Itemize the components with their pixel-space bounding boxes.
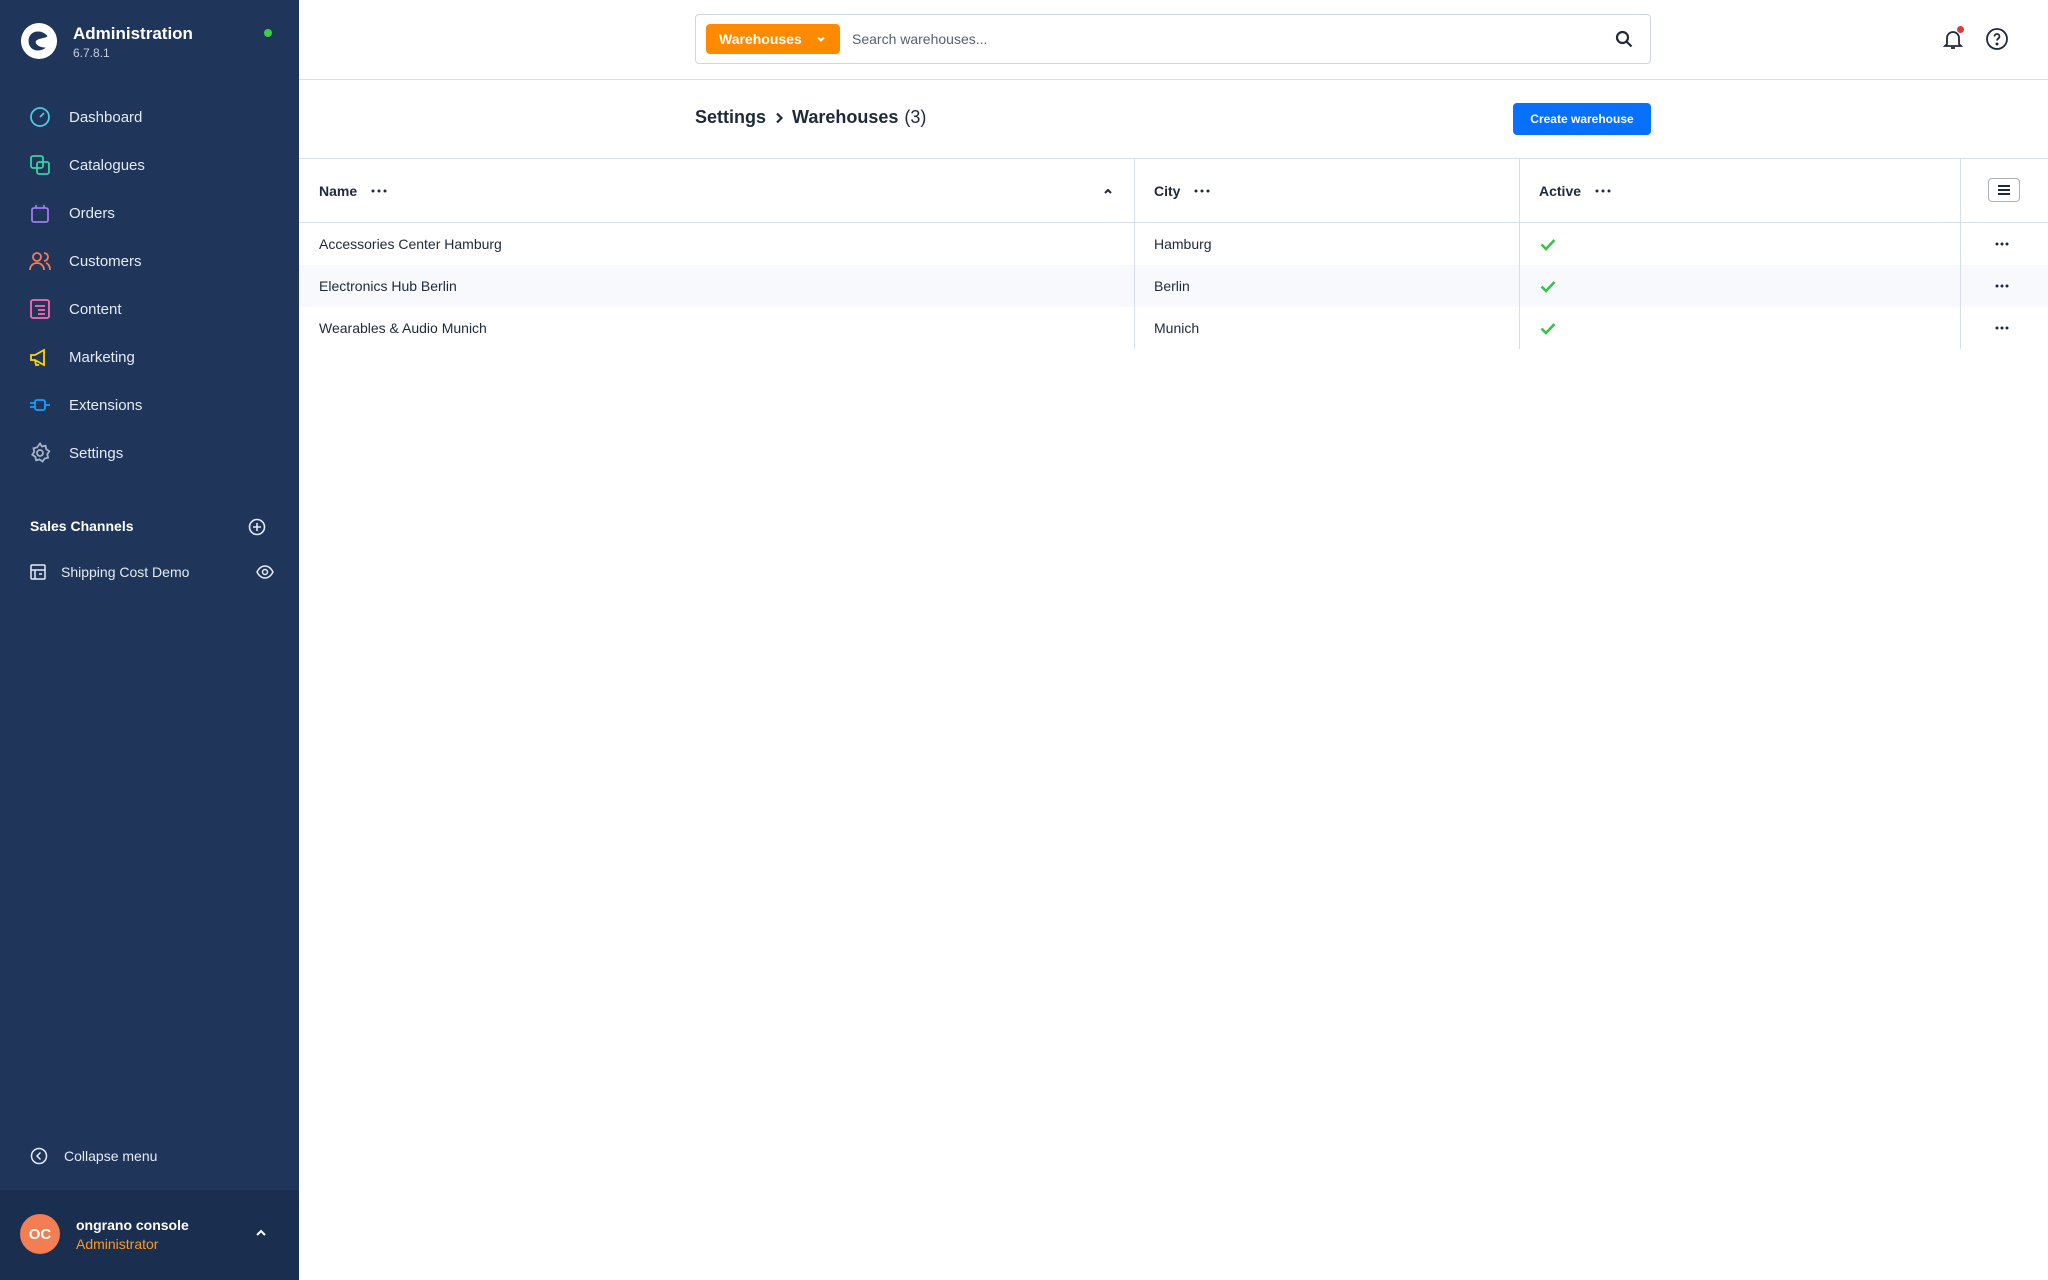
grid-header: Name City Active <box>299 159 2048 223</box>
sales-channel-item[interactable]: Shipping Cost Demo <box>29 560 274 584</box>
checkmark-icon <box>1540 323 1556 335</box>
help-icon <box>1986 28 2008 50</box>
cell-city: Munich <box>1154 320 1200 336</box>
cell-city: Hamburg <box>1154 236 1212 252</box>
sales-channels-title: Sales Channels <box>30 518 134 534</box>
grid-settings-button[interactable] <box>1988 178 2020 202</box>
column-options-icon[interactable] <box>1194 189 1210 193</box>
user-bar[interactable]: OC ongrano console Administrator <box>0 1190 299 1280</box>
column-header-city[interactable]: City <box>1154 183 1210 199</box>
page-header: Settings Warehouses (3) Create warehouse <box>299 80 2048 159</box>
catalogues-icon <box>29 154 51 176</box>
marketing-icon <box>29 346 51 368</box>
sort-ascending-icon[interactable] <box>1102 185 1114 197</box>
customers-icon <box>29 250 51 272</box>
breadcrumb: Settings Warehouses (3) <box>695 107 926 128</box>
sidebar-item-label: Content <box>69 300 122 318</box>
sidebar-item-settings[interactable]: Settings <box>0 429 299 477</box>
search-input[interactable] <box>852 25 1592 53</box>
cell-city: Berlin <box>1154 278 1190 294</box>
avatar: OC <box>20 1214 60 1254</box>
sidebar-item-catalogues[interactable]: Catalogues <box>0 141 299 189</box>
user-name: ongrano console <box>76 1217 189 1233</box>
sidebar-item-label: Orders <box>69 204 115 222</box>
notifications-button[interactable] <box>1941 26 1965 51</box>
add-sales-channel-icon[interactable] <box>248 518 266 536</box>
column-divider <box>1134 159 1135 349</box>
main-nav: Dashboard Catalogues Orders Customers Co… <box>0 93 299 477</box>
record-count: (3) <box>904 107 927 127</box>
sidebar-item-label: Customers <box>69 252 142 270</box>
column-header-active[interactable]: Active <box>1539 183 1611 199</box>
column-header-name[interactable]: Name <box>319 183 387 199</box>
app-version: 6.7.8.1 <box>73 46 110 60</box>
sidebar: Administration 6.7.8.1 Dashboard Catalog… <box>0 0 299 1280</box>
sidebar-item-dashboard[interactable]: Dashboard <box>0 93 299 141</box>
create-warehouse-button[interactable]: Create warehouse <box>1513 103 1651 135</box>
search-type-label: Warehouses <box>719 31 802 47</box>
shopware-logo-icon <box>20 22 58 60</box>
chevron-up-icon[interactable] <box>254 1226 268 1240</box>
eye-icon[interactable] <box>256 564 274 580</box>
sidebar-item-content[interactable]: Content <box>0 285 299 333</box>
cell-name[interactable]: Electronics Hub Berlin <box>319 278 457 294</box>
storefront-icon <box>30 564 46 580</box>
global-search: Warehouses <box>695 14 1651 64</box>
dashboard-icon <box>29 106 51 128</box>
brand: Administration 6.7.8.1 <box>20 20 280 64</box>
sidebar-item-customers[interactable]: Customers <box>0 237 299 285</box>
column-options-icon[interactable] <box>1595 189 1611 193</box>
collapse-menu-label: Collapse menu <box>64 1148 158 1164</box>
sidebar-item-label: Dashboard <box>69 108 143 126</box>
search-icon[interactable] <box>1614 29 1634 49</box>
sales-channel-label: Shipping Cost Demo <box>61 564 190 580</box>
cell-name[interactable]: Wearables & Audio Munich <box>319 320 487 336</box>
sidebar-item-extensions[interactable]: Extensions <box>0 381 299 429</box>
column-name-label: Name <box>319 183 358 199</box>
table-row[interactable]: Accessories Center Hamburg Hamburg <box>299 223 2048 265</box>
row-actions-icon[interactable] <box>1995 242 2009 246</box>
extensions-icon <box>29 394 51 416</box>
column-divider <box>1960 159 1961 349</box>
collapse-menu-button[interactable]: Collapse menu <box>30 1147 157 1165</box>
sidebar-item-label: Settings <box>69 444 124 462</box>
table-row[interactable]: Wearables & Audio Munich Munich <box>299 307 2048 349</box>
user-role: Administrator <box>76 1236 159 1252</box>
column-city-label: City <box>1154 183 1181 199</box>
column-active-label: Active <box>1539 183 1582 199</box>
sidebar-item-label: Marketing <box>69 348 135 366</box>
status-indicator <box>264 29 272 37</box>
content-icon <box>29 298 51 320</box>
checkmark-icon <box>1540 239 1556 251</box>
column-divider <box>1519 159 1520 349</box>
checkmark-icon <box>1540 281 1556 293</box>
cell-name[interactable]: Accessories Center Hamburg <box>319 236 502 252</box>
sidebar-item-orders[interactable]: Orders <box>0 189 299 237</box>
top-bar: Warehouses <box>299 0 2048 80</box>
row-actions-icon[interactable] <box>1995 326 2009 330</box>
warehouse-grid: Name City Active Accessories Center Hamb… <box>299 159 2048 349</box>
help-button[interactable] <box>1985 27 2009 51</box>
page-title: Warehouses <box>792 107 899 127</box>
row-actions-icon[interactable] <box>1995 284 2009 288</box>
orders-icon <box>29 202 51 224</box>
search-type-dropdown[interactable]: Warehouses <box>706 24 840 54</box>
notification-badge <box>1957 26 1964 33</box>
sidebar-item-marketing[interactable]: Marketing <box>0 333 299 381</box>
settings-icon <box>29 442 51 464</box>
table-row[interactable]: Electronics Hub Berlin Berlin <box>299 265 2048 307</box>
sidebar-item-label: Catalogues <box>69 156 145 174</box>
app-title: Administration <box>73 24 193 43</box>
breadcrumb-settings-link[interactable]: Settings <box>695 107 766 128</box>
sidebar-item-label: Extensions <box>69 396 143 414</box>
column-options-icon[interactable] <box>371 189 387 193</box>
chevron-right-icon <box>776 112 784 123</box>
chevron-down-icon <box>817 36 825 42</box>
chevron-left-circle-icon <box>30 1147 48 1165</box>
list-icon <box>1998 185 2010 195</box>
